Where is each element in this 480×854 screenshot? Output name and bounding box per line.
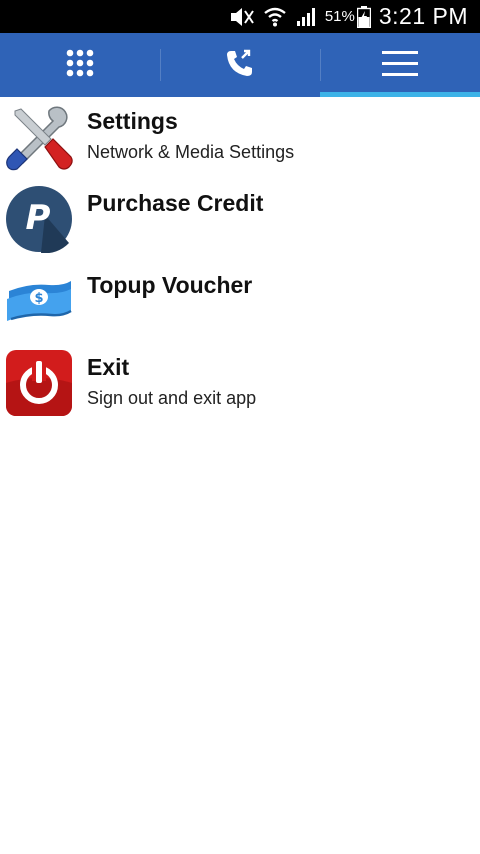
tab-menu[interactable] [320, 33, 480, 97]
power-icon [5, 349, 73, 417]
menu-item-title: Settings [87, 108, 178, 134]
settings-tools-icon [5, 103, 73, 171]
signal-icon [295, 6, 319, 28]
paypal-icon: P [5, 185, 73, 254]
wifi-icon [263, 6, 287, 28]
svg-text:$: $ [34, 291, 43, 306]
menu-item-topup-voucher[interactable]: $ Topup Voucher [0, 261, 480, 343]
mute-icon [229, 7, 255, 27]
menu-item-subtitle: Sign out and exit app [87, 388, 257, 408]
battery-charging-icon [356, 5, 371, 28]
hamburger-menu-icon [382, 49, 418, 82]
tab-bar [0, 33, 480, 97]
battery-percent: 51% [324, 8, 355, 25]
menu-item-title: Purchase Credit [87, 190, 264, 216]
dialpad-icon [66, 49, 94, 82]
tab-calls[interactable] [160, 33, 320, 97]
svg-text:P: P [26, 198, 51, 238]
menu-item-title: Topup Voucher [87, 272, 253, 298]
menu-item-exit[interactable]: Exit Sign out and exit app [0, 343, 480, 425]
menu-item-subtitle: Network & Media Settings [87, 142, 295, 162]
phone-icon [225, 48, 255, 83]
menu-item-settings[interactable]: Settings Network & Media Settings [0, 97, 480, 179]
menu-list: Settings Network & Media Settings P Purc… [0, 97, 480, 425]
tab-dialpad[interactable] [0, 33, 160, 97]
money-voucher-icon: $ [5, 267, 73, 335]
menu-item-title: Exit [87, 354, 130, 380]
menu-item-purchase-credit[interactable]: P Purchase Credit [0, 179, 480, 261]
status-bar: 51% 3:21 PM [0, 0, 480, 33]
clock: 3:21 PM [378, 3, 468, 29]
